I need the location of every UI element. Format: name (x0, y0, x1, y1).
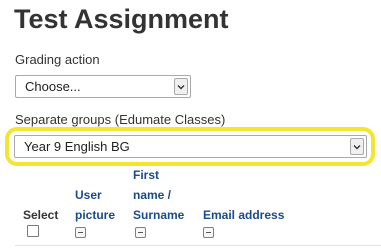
column-header-name-line2: name / (133, 188, 172, 202)
grading-action-value: Choose... (25, 79, 81, 94)
collapse-column-icon[interactable] (75, 227, 86, 238)
separate-groups-label: Separate groups (Edumate Classes) (15, 112, 226, 127)
collapse-column-icon[interactable] (203, 227, 214, 238)
chevron-down-icon (174, 78, 188, 95)
select-all-checkbox[interactable] (27, 225, 39, 237)
column-header-name[interactable]: First name / Surname (133, 165, 184, 225)
separate-groups-select[interactable]: Year 9 English BG (14, 135, 367, 158)
grading-table-header: Select User picture First name / Surname… (0, 168, 381, 248)
grading-action-label: Grading action (15, 52, 100, 67)
column-header-name-line1: First (133, 168, 160, 182)
column-header-select: Select (23, 208, 59, 222)
collapse-column-icon[interactable] (135, 227, 146, 238)
table-header-divider (15, 245, 381, 246)
page-title: Test Assignment (14, 4, 229, 34)
separate-groups-value: Year 9 English BG (24, 139, 130, 154)
grading-action-select[interactable]: Choose... (15, 75, 191, 98)
column-header-user-picture[interactable]: User picture (75, 185, 115, 225)
column-header-user-picture-line1: User (75, 188, 102, 202)
column-header-email[interactable]: Email address (203, 205, 284, 225)
column-header-user-picture-line2: picture (75, 208, 116, 222)
column-header-name-line3: Surname (133, 208, 185, 222)
chevron-down-icon (350, 138, 364, 155)
